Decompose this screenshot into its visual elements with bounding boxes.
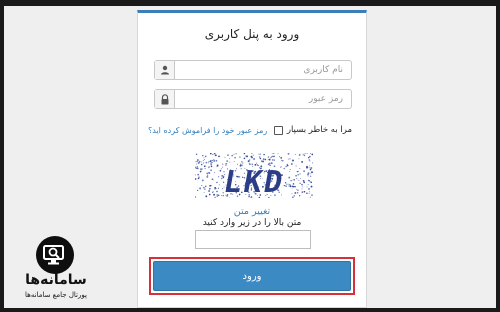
username-field[interactable]: نام کاربری: [154, 60, 352, 80]
watermark-tagline: پورتال جامع سامانه‌ها: [25, 291, 87, 299]
frame-top: [0, 0, 500, 6]
captcha-input[interactable]: [195, 230, 311, 249]
change-captcha-link[interactable]: تغییر متن: [138, 206, 366, 217]
password-placeholder: رمز عبور: [308, 94, 343, 104]
frame-bottom: [0, 308, 500, 312]
remember-me-label: مرا به خاطر بسپار: [286, 125, 352, 135]
username-placeholder: نام کاربری: [303, 65, 343, 75]
lock-icon: [155, 90, 175, 108]
page-title: ورود به پنل کاربری: [204, 27, 300, 41]
watermark-name: سامانه‌ها: [25, 272, 87, 288]
login-button[interactable]: ورود: [153, 261, 351, 291]
frame-left: [0, 0, 4, 312]
captcha-text: LKD: [220, 165, 288, 200]
captcha-instruction: متن بالا را در زیر وارد کنید: [202, 218, 302, 228]
frame-right: [496, 0, 500, 312]
remember-row: مرا به خاطر بسپار رمز عبور خود را فراموش…: [148, 123, 352, 137]
remember-me-checkbox[interactable]: [273, 125, 283, 135]
user-icon: [155, 61, 175, 79]
remember-me[interactable]: مرا به خاطر بسپار: [273, 125, 352, 135]
captcha-image: LKD: [195, 153, 313, 200]
magnifier-screen-icon: [36, 236, 74, 274]
login-button-highlight: ورود: [149, 257, 355, 295]
password-field[interactable]: رمز عبور: [154, 89, 352, 109]
watermark-logo: سامانه‌ها پورتال جامع سامانه‌ها: [10, 236, 102, 302]
login-card: ورود به پنل کاربری نام کاربری رمز عبور م…: [137, 10, 367, 308]
forgot-password-link[interactable]: رمز عبور خود را فراموش کرده اید؟: [148, 126, 267, 135]
